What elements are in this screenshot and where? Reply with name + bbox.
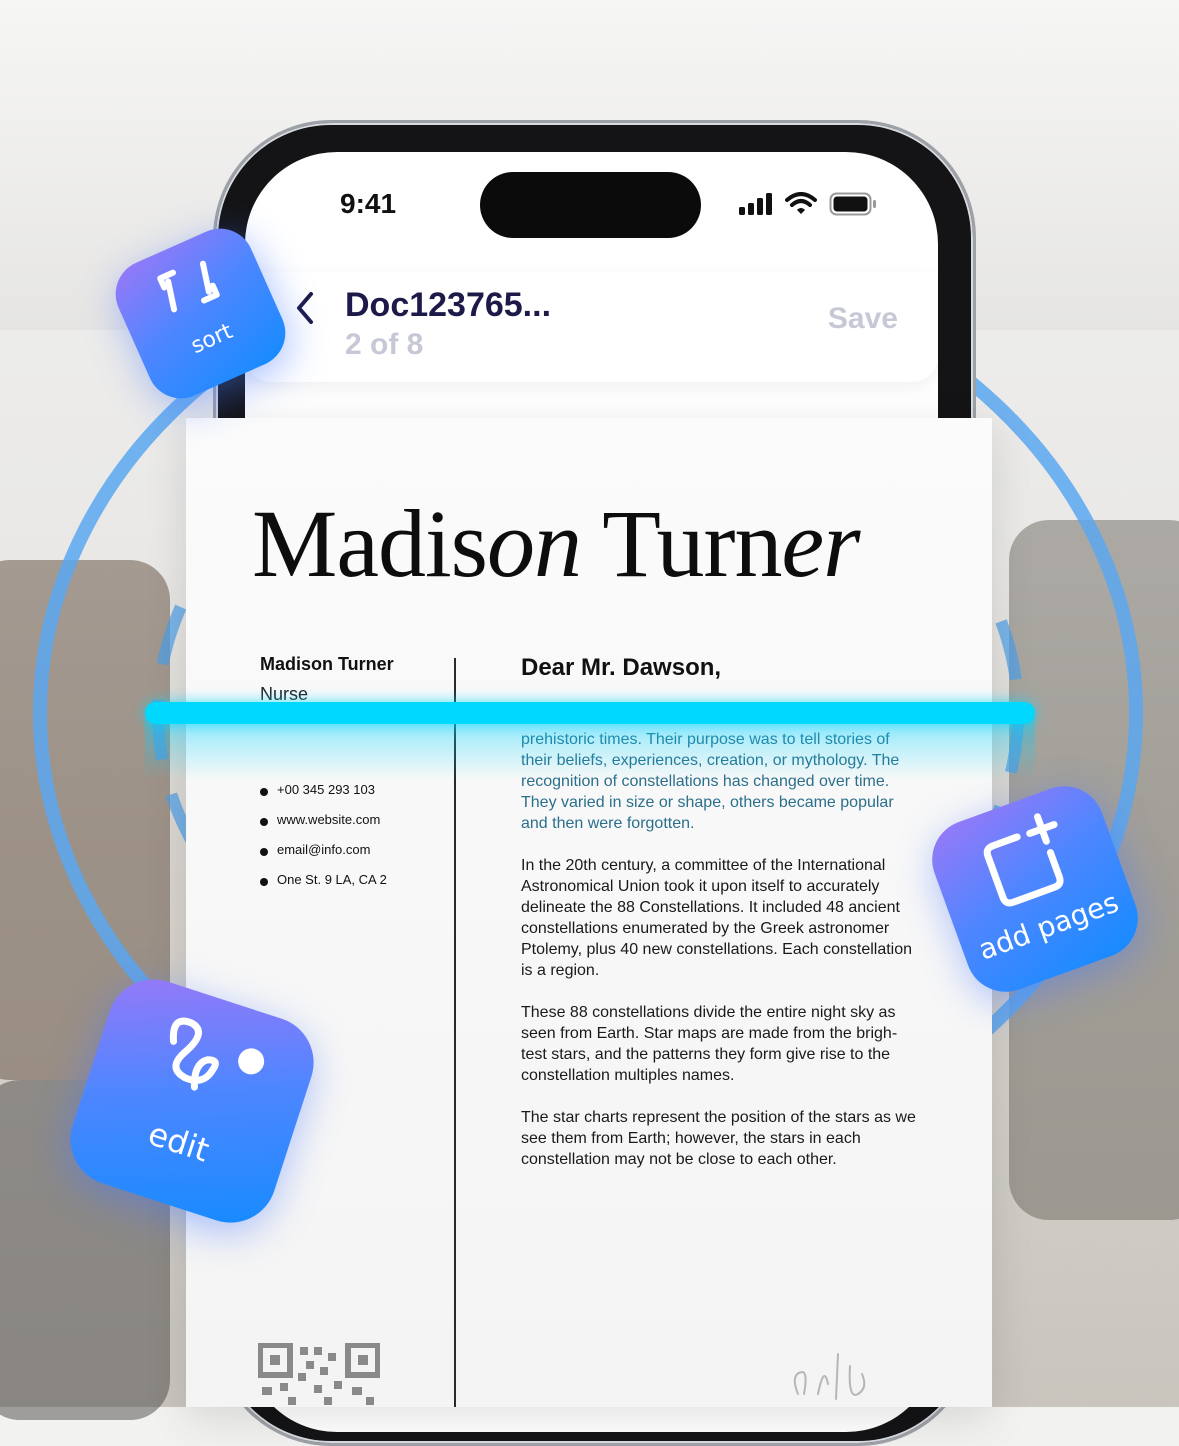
qr-code — [258, 1343, 380, 1405]
dynamic-island — [480, 172, 701, 238]
scan-glow — [145, 716, 1035, 780]
scan-line — [145, 702, 1035, 724]
contact-email: email@info.com — [260, 842, 387, 872]
document-header: Doc123765... 2 of 8 Save — [245, 272, 938, 382]
save-button[interactable]: Save — [828, 302, 898, 336]
status-icons — [739, 192, 877, 216]
contact-website: www.website.com — [260, 812, 387, 842]
contact-phone: +00 345 293 103 — [260, 782, 387, 812]
sidebar-name: Madison Turner — [260, 654, 394, 674]
back-chevron-icon[interactable] — [291, 290, 319, 326]
contact-address: One St. 9 LA, CA 2 — [260, 872, 387, 902]
document-title[interactable]: Doc123765... — [345, 286, 551, 325]
signature-mark — [793, 1353, 866, 1400]
wifi-icon — [785, 192, 817, 214]
page-counter: 2 of 8 — [345, 328, 424, 361]
letter-paragraph: The star charts represent the position o… — [521, 1109, 916, 1168]
letter-body: prehistoric times. Their purpose was to … — [521, 729, 921, 1191]
resume-name-heading: Madison Turner — [252, 490, 860, 597]
contact-list: +00 345 293 103 www.website.com email@in… — [260, 782, 387, 902]
letter-paragraph: In the 20th century, a committee of the … — [521, 857, 913, 979]
letter-greeting: Dear Mr. Dawson, — [521, 654, 722, 681]
signal-icon — [739, 193, 772, 215]
letter-paragraph: These 88 constellations divide the entir… — [521, 1004, 898, 1084]
status-time: 9:41 — [340, 188, 397, 219]
scanned-document: Madison Turner Madison Turner Nurse +00 … — [186, 418, 992, 1407]
battery-icon — [829, 192, 876, 216]
